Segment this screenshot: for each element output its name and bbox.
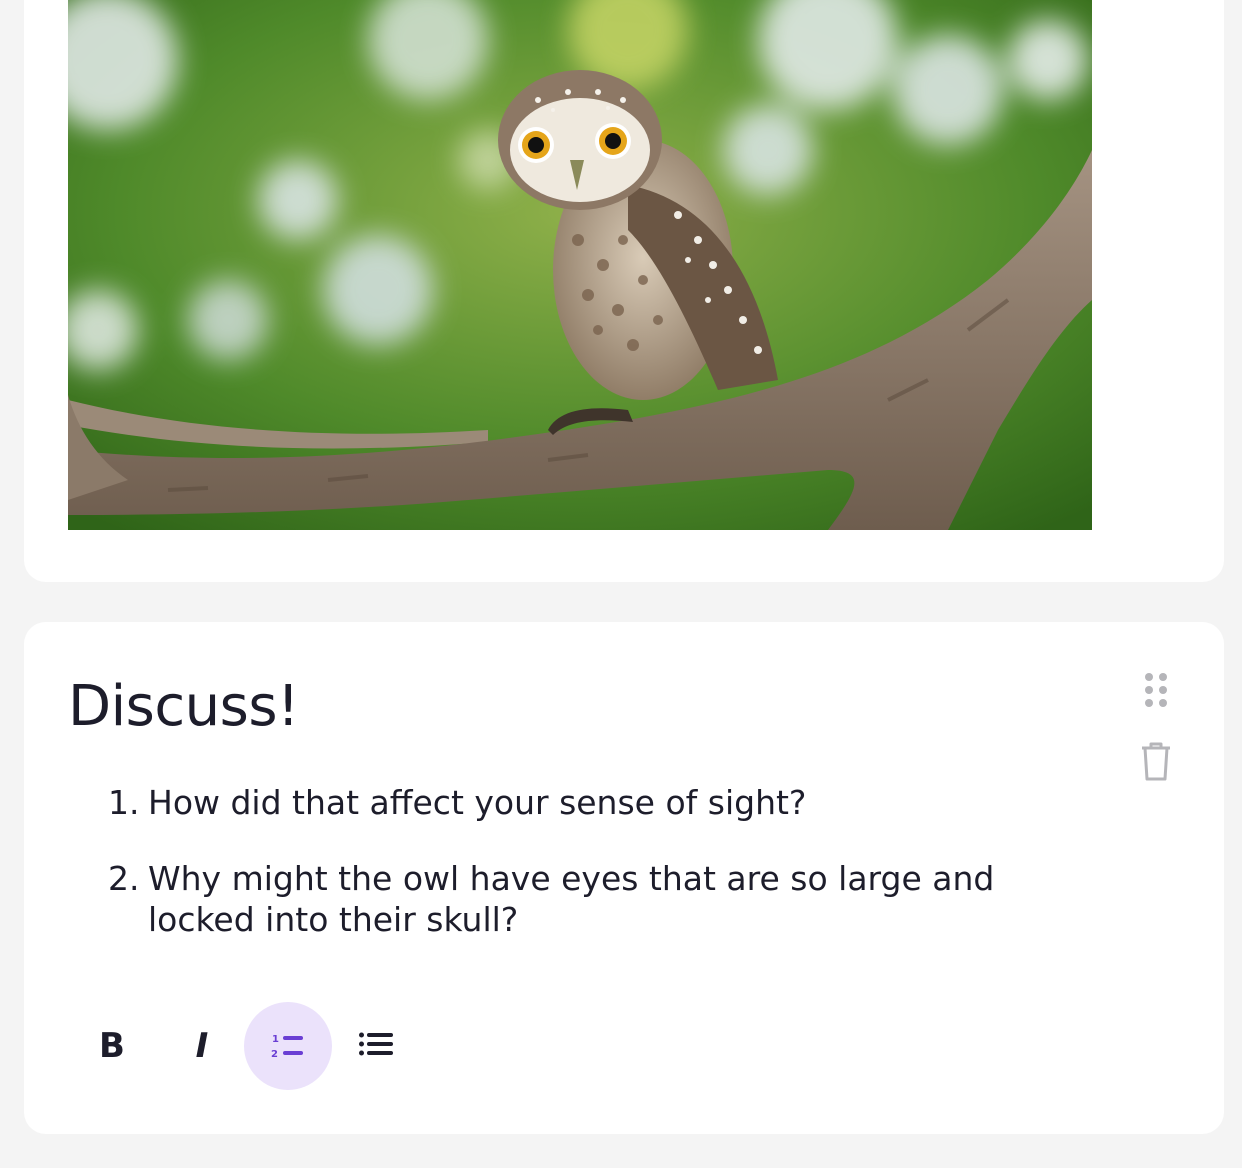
list-item[interactable]: 1. How did that affect your sense of sig… — [108, 782, 1108, 823]
image-card — [24, 0, 1224, 582]
numbered-list-icon: 1 2 — [271, 1034, 303, 1060]
discuss-card: Discuss! 1. How did that affect your sen… — [24, 622, 1224, 1134]
list-item-text[interactable]: How did that affect your sense of sight? — [148, 783, 806, 822]
bold-button[interactable]: B — [68, 1002, 156, 1090]
svg-text:1: 1 — [272, 1034, 279, 1045]
svg-text:2: 2 — [271, 1049, 278, 1060]
drag-handle-icon[interactable] — [1144, 672, 1168, 708]
trash-icon[interactable] — [1140, 742, 1172, 782]
list-number: 2. — [108, 859, 140, 898]
bullet-list-button[interactable] — [332, 1002, 420, 1090]
list-item-text[interactable]: Why might the owl have eyes that are so … — [148, 859, 994, 939]
card-title[interactable]: Discuss! — [68, 674, 299, 739]
list-item[interactable]: 2. Why might the owl have eyes that are … — [108, 858, 1108, 940]
owl-photo — [68, 0, 1092, 530]
question-list[interactable]: 1. How did that affect your sense of sig… — [108, 782, 1108, 975]
bullet-list-icon — [359, 1032, 393, 1056]
list-number: 1. — [108, 783, 140, 822]
numbered-list-button[interactable]: 1 2 — [244, 1002, 332, 1090]
italic-button[interactable]: I — [158, 1002, 246, 1090]
